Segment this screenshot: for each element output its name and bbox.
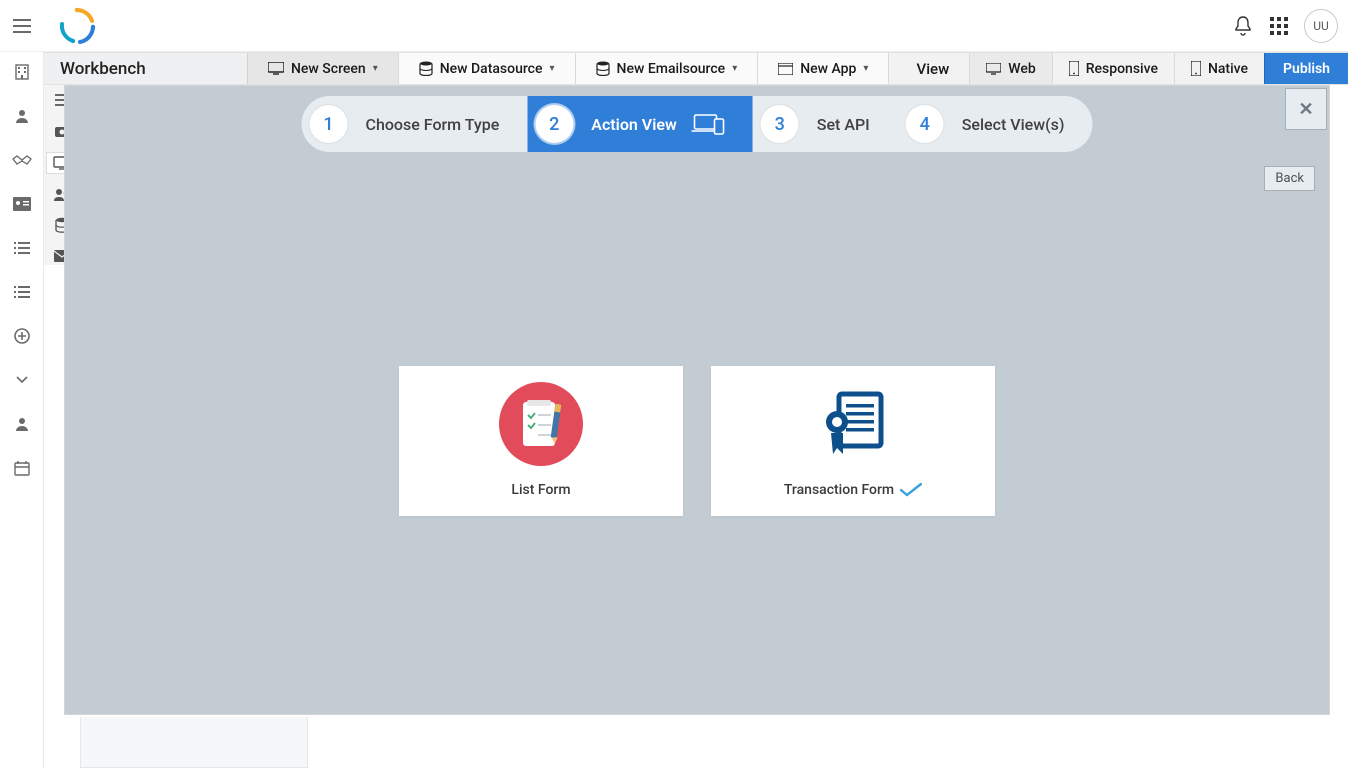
bell-icon <box>1234 16 1252 36</box>
caret-down-icon: ▾ <box>373 63 378 74</box>
tab-native[interactable]: Native <box>1174 53 1264 84</box>
transaction-form-label: Transaction Form <box>784 482 894 498</box>
monitor-icon <box>986 63 1001 75</box>
rail-calendar-icon[interactable] <box>10 458 34 478</box>
new-emailsource-label: New Emailsource <box>617 61 726 77</box>
back-button[interactable]: Back <box>1264 166 1315 191</box>
wizard-stepper: 1 Choose Form Type 2 Action View 3 Set A… <box>302 96 1093 152</box>
rail-handshake-icon[interactable] <box>10 150 34 170</box>
form-type-cards: List Form Transaction Form <box>399 366 995 516</box>
topbar: UU <box>0 0 1348 52</box>
monitor-icon <box>268 62 284 75</box>
rail-chevron-down-icon[interactable] <box>10 370 34 390</box>
card-list-form[interactable]: List Form <box>399 366 683 516</box>
step-label: Select View(s) <box>962 115 1065 134</box>
new-datasource-button[interactable]: New Datasource ▾ <box>399 53 576 84</box>
card-transaction-form[interactable]: Transaction Form <box>711 366 995 516</box>
notifications-button[interactable] <box>1232 15 1254 37</box>
new-emailsource-button[interactable]: New Emailsource ▾ <box>576 53 759 84</box>
close-button[interactable]: ✕ <box>1285 88 1327 130</box>
step-label: Set API <box>817 115 870 134</box>
mobile-icon <box>1191 61 1201 76</box>
new-screen-label: New Screen <box>291 61 366 77</box>
step-3-set-api[interactable]: 3 Set API <box>753 96 898 152</box>
caret-down-icon: ▾ <box>550 63 555 74</box>
card-title: Transaction Form <box>784 482 922 498</box>
app-logo <box>58 7 96 45</box>
step-1-choose-form-type[interactable]: 1 Choose Form Type <box>302 96 528 152</box>
tab-web[interactable]: Web <box>969 53 1051 84</box>
rail-user-icon[interactable] <box>10 106 34 126</box>
checkmark-icon <box>900 483 922 497</box>
step-label: Choose Form Type <box>366 115 500 134</box>
rail-plus-circle-icon[interactable] <box>10 326 34 346</box>
user-avatar[interactable]: UU <box>1304 9 1338 43</box>
hamburger-menu-button[interactable] <box>0 0 44 52</box>
tab-responsive-label: Responsive <box>1086 61 1158 77</box>
rail-list-icon[interactable] <box>10 238 34 258</box>
publish-label: Publish <box>1283 61 1330 77</box>
card-title: List Form <box>511 482 570 498</box>
workbench-title: Workbench <box>44 53 248 84</box>
step-label: Action View <box>591 115 677 134</box>
mobile-icon <box>1069 61 1079 76</box>
tab-native-label: Native <box>1208 61 1248 77</box>
toolbar-spacer <box>889 53 896 84</box>
step-number: 1 <box>310 105 348 143</box>
rail-building-icon[interactable] <box>10 62 34 82</box>
window-icon <box>778 63 793 75</box>
new-app-button[interactable]: New App ▾ <box>758 53 889 84</box>
database-icon <box>596 61 610 76</box>
rail-user2-icon[interactable] <box>10 414 34 434</box>
tab-responsive[interactable]: Responsive <box>1052 53 1174 84</box>
rail-contact-card-icon[interactable] <box>10 194 34 214</box>
avatar-initials: UU <box>1313 19 1329 33</box>
step-2-action-view[interactable]: 2 Action View <box>527 96 753 152</box>
apps-grid-button[interactable] <box>1268 15 1290 37</box>
step-number: 2 <box>535 105 573 143</box>
caret-down-icon: ▾ <box>863 63 868 74</box>
new-screen-button[interactable]: New Screen ▾ <box>248 53 399 84</box>
apps-grid-icon <box>1270 17 1288 35</box>
step-number: 4 <box>906 105 944 143</box>
database-icon <box>419 61 433 76</box>
step-4-select-views[interactable]: 4 Select View(s) <box>898 96 1093 152</box>
publish-button[interactable]: Publish <box>1264 53 1348 84</box>
hamburger-icon <box>13 19 31 33</box>
close-icon: ✕ <box>1298 99 1313 120</box>
topbar-right: UU <box>1232 9 1338 43</box>
step-number: 3 <box>761 105 799 143</box>
list-form-label: List Form <box>511 482 570 498</box>
rail-list2-icon[interactable] <box>10 282 34 302</box>
topbar-left <box>0 0 96 52</box>
view-label: View <box>897 53 970 84</box>
new-datasource-label: New Datasource <box>440 61 543 77</box>
tab-web-label: Web <box>1008 61 1035 77</box>
transaction-form-icon <box>809 380 897 468</box>
new-app-label: New App <box>800 61 856 77</box>
caret-down-icon: ▾ <box>732 63 737 74</box>
workbench-toolbar: Workbench New Screen ▾ New Datasource ▾ … <box>44 52 1348 85</box>
wizard-canvas: 1 Choose Form Type 2 Action View 3 Set A… <box>64 85 1330 715</box>
back-label: Back <box>1275 171 1304 186</box>
devices-icon <box>691 113 725 135</box>
bottom-panel <box>80 717 308 768</box>
list-form-icon <box>497 380 585 468</box>
left-rail <box>0 52 44 768</box>
